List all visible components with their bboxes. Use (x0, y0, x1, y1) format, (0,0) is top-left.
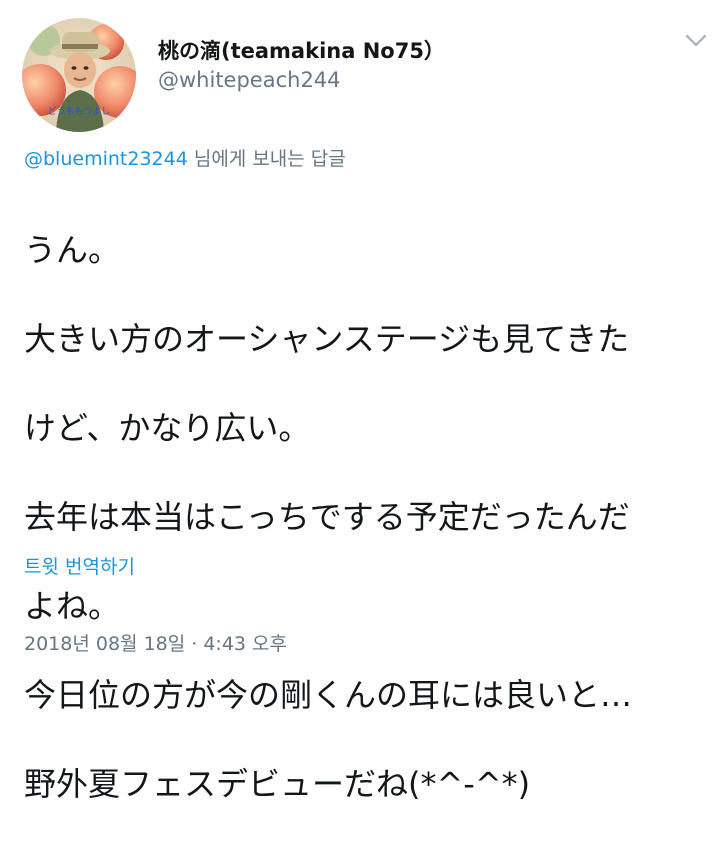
tweet-timestamp[interactable]: 2018년 08월 18일 · 4:43 오후 (24, 629, 287, 656)
translate-tweet-link[interactable]: 트윗 번역하기 (24, 552, 135, 579)
tweet-text-line: 今日位の方が今の剛くんの耳には良いと… (24, 675, 633, 714)
chevron-down-icon (685, 34, 707, 47)
author-handle[interactable]: @whitepeach244 (158, 68, 341, 92)
avatar-image: どうももつよし (22, 18, 136, 132)
svg-text:どうももつよし: どうももつよし (48, 106, 111, 117)
more-options-button[interactable] (683, 28, 709, 54)
tweet-text-line: けど、かなり広い。 (24, 408, 311, 447)
author-display-name[interactable]: 桃の滴(teamakina No75） (158, 35, 445, 65)
avatar[interactable]: どうももつよし (22, 18, 136, 132)
tweet-text-line: うん。 (24, 230, 121, 269)
tweet-text-line: 去年は本当はこっちでする予定だったんだ (24, 497, 630, 536)
reply-context: @bluemint23244 님에게 보내는 답글 (24, 144, 346, 171)
tweet-text: うん。 大きい方のオーシャンステージも見てきた けど、かなり広い。 去年は本当は… (24, 183, 704, 851)
reply-context-suffix: 님에게 보내는 답글 (187, 148, 346, 170)
tweet-text-line: よね。 (24, 586, 121, 625)
reply-mention-link[interactable]: @bluemint23244 (24, 148, 188, 170)
tweet-text-line: 野外夏フェスデビューだね(*^-^*) (24, 764, 531, 803)
tweet-text-line: 大きい方のオーシャンステージも見てきた (24, 319, 630, 358)
